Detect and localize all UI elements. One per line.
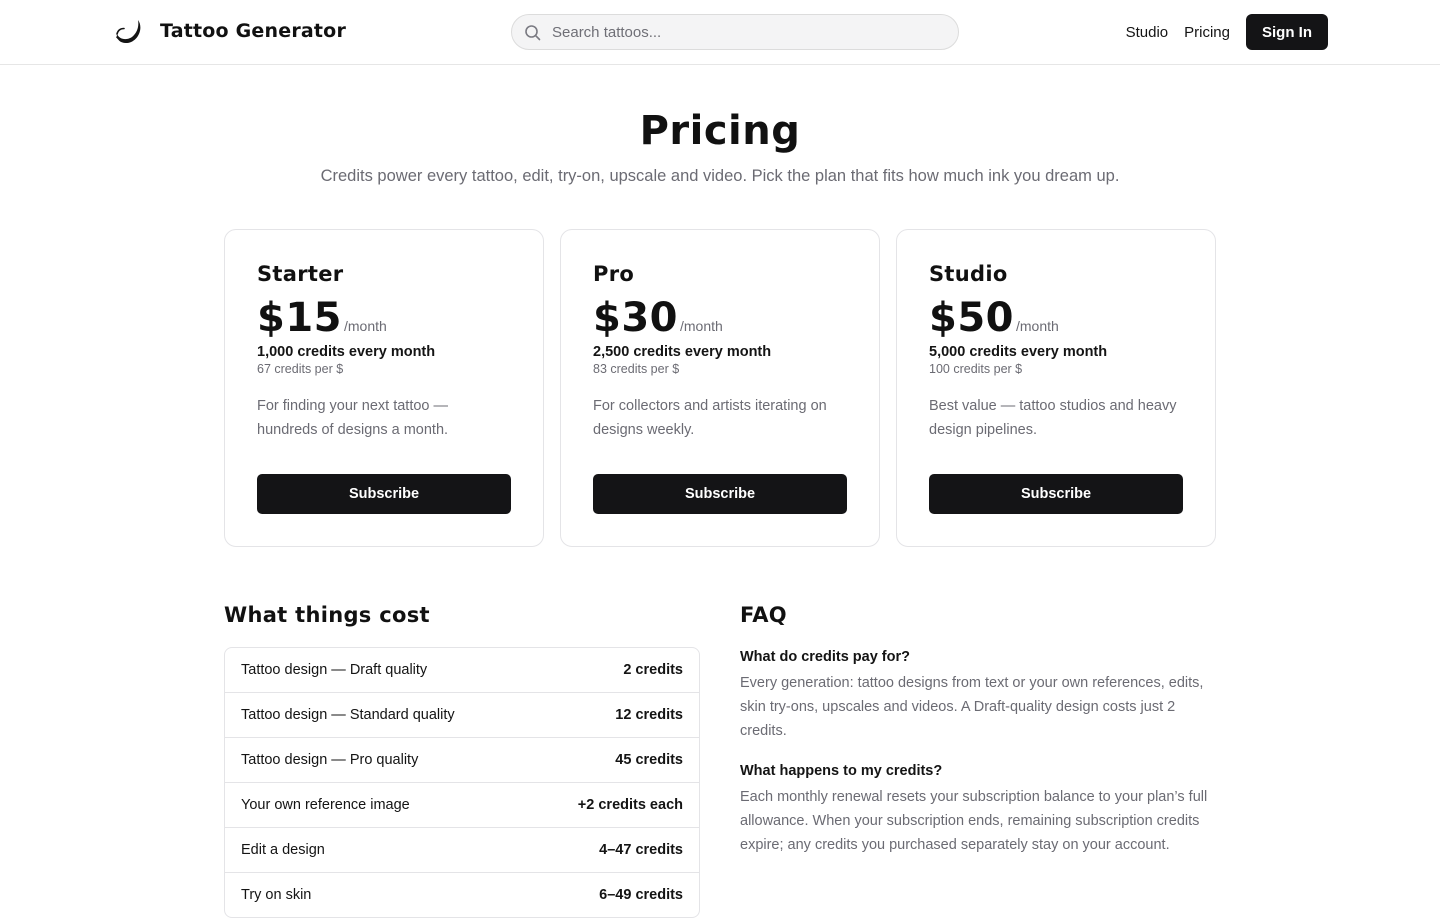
brand-name: Tattoo Generator [160,20,347,42]
faq-heading: FAQ [740,603,787,627]
cost-value: 12 credits [615,707,683,723]
plan-credits: 1,000 credits every month [257,344,436,360]
plan-price-row: $50 /month [929,294,1183,342]
faq-item: What do credits pay for? Every generatio… [740,647,1220,743]
cost-value: 6–49 credits [599,887,683,903]
costs-heading: What things cost [224,603,430,627]
table-row: Tattoo design — Draft quality 2 credits [225,648,699,692]
search-box[interactable] [511,14,959,50]
plan-price-row: $15 /month [257,294,511,342]
plan-period: /month [344,318,387,334]
plan-name: Starter [257,262,344,286]
plan-name: Studio [929,262,1008,286]
plan-rate: 67 credits per $ [257,362,344,376]
plan-card-studio: Studio $50 /month 5,000 credits every mo… [896,229,1216,547]
faq-list: What do credits pay for? Every generatio… [740,647,1220,875]
cost-value: 4–47 credits [599,842,683,858]
table-row: Your own reference image +2 credits each [225,782,699,827]
cost-value: +2 credits each [577,797,683,813]
faq-question: What do credits pay for? [740,649,910,665]
table-row: Tattoo design — Pro quality 45 credits [225,737,699,782]
plan-card-starter: Starter $15 /month 1,000 credits every m… [224,229,544,547]
cost-label: Edit a design [241,842,325,858]
plan-rate: 100 credits per $ [929,362,1023,376]
subscribe-studio-button[interactable]: Subscribe [929,474,1183,514]
page-title: Pricing [639,108,801,154]
nav-link-pricing[interactable]: Pricing [1184,24,1230,41]
page-subtitle: Credits power every tattoo, edit, try-on… [320,167,1120,185]
faq-question: What happens to my credits? [740,763,943,779]
plan-period: /month [680,318,723,334]
plan-credits: 2,500 credits every month [593,344,772,360]
crescent-swirl-logo-icon [116,20,141,44]
subscribe-pro-button[interactable]: Subscribe [593,474,847,514]
plan-price-row: $30 /month [593,294,847,342]
plan-description: For finding your next tattoo — hundreds … [257,398,449,438]
plan-price: $50 [929,295,1014,341]
nav-link-studio[interactable]: Studio [1126,24,1169,41]
plan-price: $30 [593,295,678,341]
sign-in-button[interactable]: Sign In [1246,14,1328,50]
cost-value: 45 credits [615,752,683,768]
plan-price: $15 [257,295,342,341]
cost-label: Your own reference image [241,797,410,813]
table-row: Edit a design 4–47 credits [225,827,699,872]
site-header: Tattoo Generator Studio Pricing Sign In [0,0,1440,65]
cost-label: Tattoo design — Pro quality [241,752,419,768]
cost-table: Tattoo design — Draft quality 2 credits … [224,647,700,918]
plan-rate: 83 credits per $ [593,362,680,376]
cost-label: Tattoo design — Standard quality [241,707,455,723]
search-input[interactable] [552,15,942,49]
cost-value: 2 credits [623,662,683,678]
subscribe-starter-button[interactable]: Subscribe [257,474,511,514]
faq-answer: Every generation: tattoo designs from te… [740,675,1204,739]
plan-description: Best value — tattoo studios and heavy de… [929,398,1177,438]
cost-label: Tattoo design — Draft quality [241,662,428,678]
plan-description: For collectors and artists iterating on … [593,398,827,438]
plan-card-pro: Pro $30 /month 2,500 credits every month… [560,229,880,547]
search-icon [525,25,541,41]
brand[interactable]: Tattoo Generator [114,16,346,46]
top-nav: Studio Pricing Sign In [1126,14,1328,50]
faq-item: What happens to my credits? Each monthly… [740,761,1220,857]
faq-answer: Each monthly renewal resets your subscri… [740,789,1208,853]
table-row: Try on skin 6–49 credits [225,872,699,917]
table-row: Tattoo design — Standard quality 12 cred… [225,692,699,737]
plan-credits: 5,000 credits every month [929,344,1108,360]
plan-cards: Starter $15 /month 1,000 credits every m… [224,229,1216,547]
plan-period: /month [1016,318,1059,334]
cost-label: Try on skin [241,887,312,903]
plan-name: Pro [593,262,635,286]
